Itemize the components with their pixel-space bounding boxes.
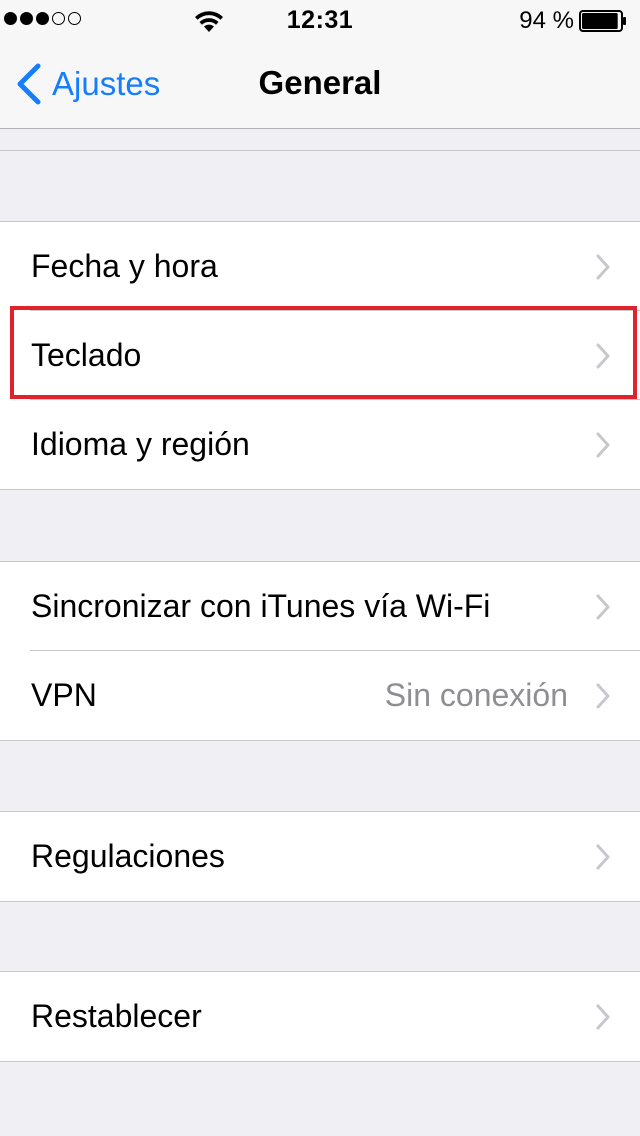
page-title: General [258,64,382,101]
row-label: VPN [31,677,97,713]
row-label: Restablecer [31,998,202,1034]
settings-row-restablecer[interactable]: Restablecer [0,972,640,1061]
chevron-right-icon [596,1004,610,1030]
settings-row-fecha-y-hora[interactable]: Fecha y hora [0,222,640,311]
status-bar: 12:31 94 % [0,0,640,40]
battery-percentage: 94 % [519,7,574,34]
settings-row-vpn[interactable]: VPN Sin conexión [0,650,640,740]
chevron-right-icon [596,254,610,280]
row-label: Fecha y hora [31,248,218,284]
section-divider [0,150,640,151]
settings-row-regulaciones[interactable]: Regulaciones [0,812,640,901]
settings-row-idioma-y-region[interactable]: Idioma y región [0,399,640,489]
settings-row-teclado[interactable]: Teclado [0,310,640,400]
row-label: Sincronizar con iTunes vía Wi-Fi [31,588,491,624]
settings-group-regulations: Regulaciones [0,811,640,902]
settings-group-date-language: Fecha y hora Teclado Idioma y región [0,221,640,490]
battery-icon [579,10,626,32]
settings-row-sincronizar-itunes[interactable]: Sincronizar con iTunes vía Wi-Fi [0,562,640,651]
row-label: Regulaciones [31,838,225,874]
settings-group-reset: Restablecer [0,971,640,1062]
vpn-status-detail: Sin conexión [384,677,568,713]
navigation-bar: Ajustes General [0,40,640,129]
chevron-right-icon [596,844,610,870]
chevron-right-icon [596,594,610,620]
chevron-right-icon [596,432,610,458]
row-label: Teclado [31,337,142,373]
chevron-right-icon [596,343,610,369]
row-label: Idioma y región [31,426,250,462]
settings-group-sync-vpn: Sincronizar con iTunes vía Wi-Fi VPN Sin… [0,561,640,741]
chevron-right-icon [596,683,610,709]
